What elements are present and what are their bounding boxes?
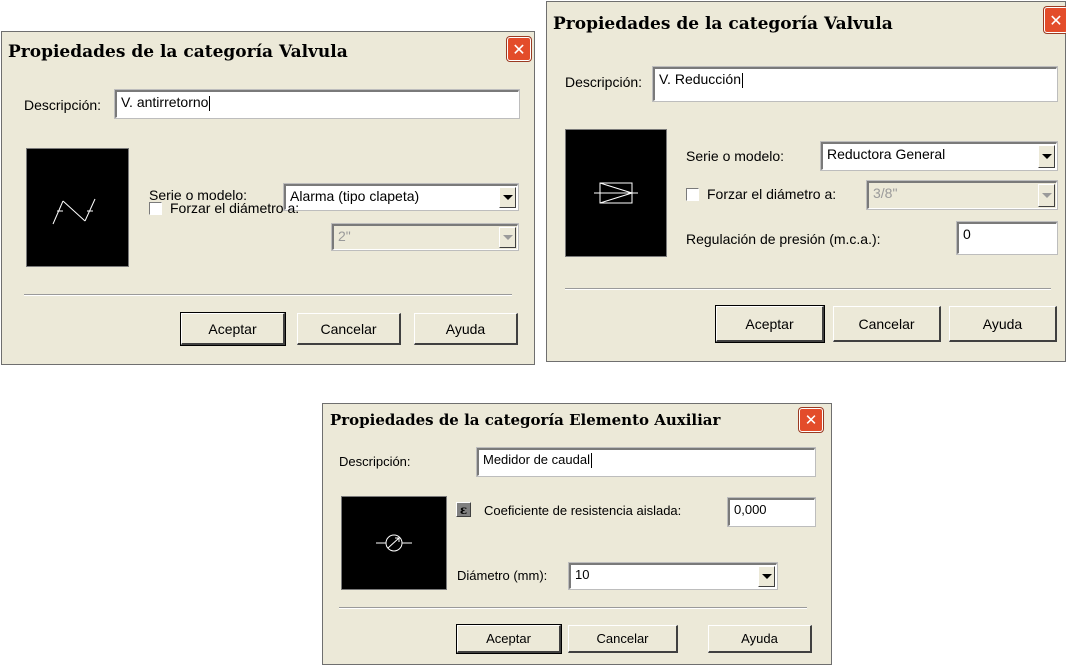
ayuda-button[interactable]: Ayuda [708, 625, 812, 653]
regulacion-label: Regulación de presión (m.c.a.): [686, 231, 881, 247]
descripcion-input[interactable]: V. Reducción [652, 66, 1058, 102]
forzar-checkbox[interactable] [149, 202, 162, 215]
aceptar-button[interactable]: Aceptar [456, 624, 562, 654]
separator [24, 294, 512, 296]
descripcion-label: Descripción: [24, 97, 102, 113]
title-bar[interactable]: Propiedades de la categoría Valvula ✕ [2, 32, 534, 72]
pressure-reducing-valve-icon [594, 182, 638, 204]
chevron-down-icon[interactable] [499, 187, 516, 208]
chevron-down-icon[interactable] [499, 227, 516, 248]
check-valve-icon [52, 198, 96, 225]
descripcion-input[interactable]: Medidor de caudal [476, 447, 816, 477]
coeficiente-input[interactable]: 0,000 [727, 497, 816, 527]
separator [565, 288, 1051, 290]
ayuda-button[interactable]: Ayuda [414, 313, 518, 345]
close-button[interactable]: ✕ [507, 37, 531, 61]
chevron-down-icon[interactable] [758, 566, 775, 587]
close-icon: ✕ [1049, 10, 1063, 30]
descripcion-label: Descripción: [339, 454, 411, 469]
title-bar[interactable]: Propiedades de la categoría Elemento Aux… [323, 404, 831, 440]
separator [339, 607, 807, 609]
dialog-title: Propiedades de la categoría Elemento Aux… [330, 411, 721, 429]
close-icon: ✕ [512, 39, 526, 59]
preview-box [26, 148, 129, 267]
flow-meter-icon [376, 534, 412, 552]
aceptar-button[interactable]: Aceptar [180, 312, 286, 346]
serie-label: Serie o modelo: [686, 148, 785, 164]
serie-dropdown[interactable]: Alarma (tipo clapeta) [283, 183, 519, 211]
epsilon-icon: ε [456, 502, 471, 517]
ayuda-button[interactable]: Ayuda [949, 306, 1057, 342]
regulacion-input[interactable]: 0 [956, 221, 1058, 255]
aceptar-button[interactable]: Aceptar [715, 305, 825, 343]
coeficiente-label: Coeficiente de resistencia aislada: [484, 503, 682, 518]
chevron-down-icon[interactable] [1038, 145, 1055, 168]
close-button[interactable]: ✕ [1044, 7, 1066, 33]
dialog-title: Propiedades de la categoría Valvula [553, 14, 893, 34]
descripcion-input[interactable]: V. antirretorno [114, 89, 520, 119]
diametro-label: Diámetro (mm): [457, 568, 548, 583]
diametro-dropdown[interactable]: 3/8" [866, 180, 1058, 210]
dialog-valvula-reduccion: Propiedades de la categoría Valvula ✕ De… [546, 1, 1066, 362]
descripcion-label: Descripción: [565, 74, 643, 90]
forzar-checkbox[interactable] [686, 188, 699, 201]
dialog-valvula-antirretorno: Propiedades de la categoría Valvula ✕ De… [1, 31, 535, 365]
preview-box [341, 496, 447, 590]
diametro-dropdown[interactable]: 2" [331, 223, 519, 251]
forzar-label: Forzar el diámetro a: [707, 186, 837, 202]
forzar-label: Forzar el diámetro a: [170, 200, 300, 216]
title-bar[interactable]: Propiedades de la categoría Valvula ✕ [547, 2, 1066, 44]
dialog-elemento-auxiliar: Propiedades de la categoría Elemento Aux… [322, 403, 832, 665]
close-icon: ✕ [804, 411, 818, 429]
close-button[interactable]: ✕ [799, 408, 823, 432]
dialog-title: Propiedades de la categoría Valvula [8, 42, 348, 62]
preview-box [565, 129, 667, 257]
cancelar-button[interactable]: Cancelar [833, 306, 941, 342]
chevron-down-icon[interactable] [1038, 184, 1055, 207]
cancelar-button[interactable]: Cancelar [568, 625, 678, 653]
cancelar-button[interactable]: Cancelar [297, 313, 401, 345]
diametro-dropdown[interactable]: 10 [568, 562, 778, 590]
serie-dropdown[interactable]: Reductora General [820, 141, 1058, 171]
